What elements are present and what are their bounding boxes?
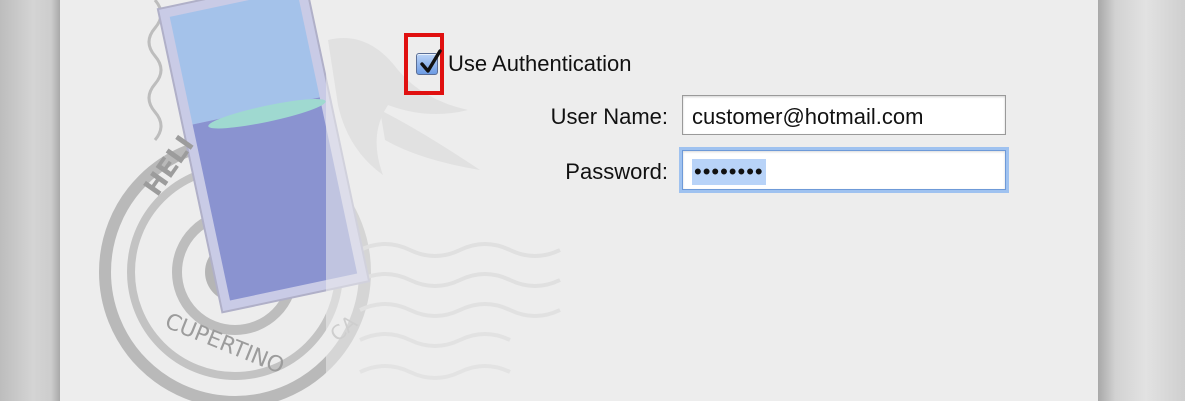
password-label: Password:	[565, 159, 668, 184]
password-field[interactable]: ••••••••	[682, 150, 1006, 190]
account-settings-panel: HELI CUPERTINO CA Use Authentication Use…	[60, 0, 1098, 401]
window-left-edge	[0, 0, 60, 401]
username-field[interactable]: customer@hotmail.com	[682, 95, 1006, 135]
use-authentication-checkbox[interactable]	[416, 49, 442, 75]
window-right-edge	[1098, 0, 1185, 401]
username-label: User Name:	[550, 104, 668, 129]
use-authentication-label[interactable]: Use Authentication	[448, 51, 631, 77]
password-masked-value: ••••••••	[692, 159, 766, 185]
checkmark-icon	[420, 49, 442, 73]
username-value: customer@hotmail.com	[692, 104, 924, 129]
